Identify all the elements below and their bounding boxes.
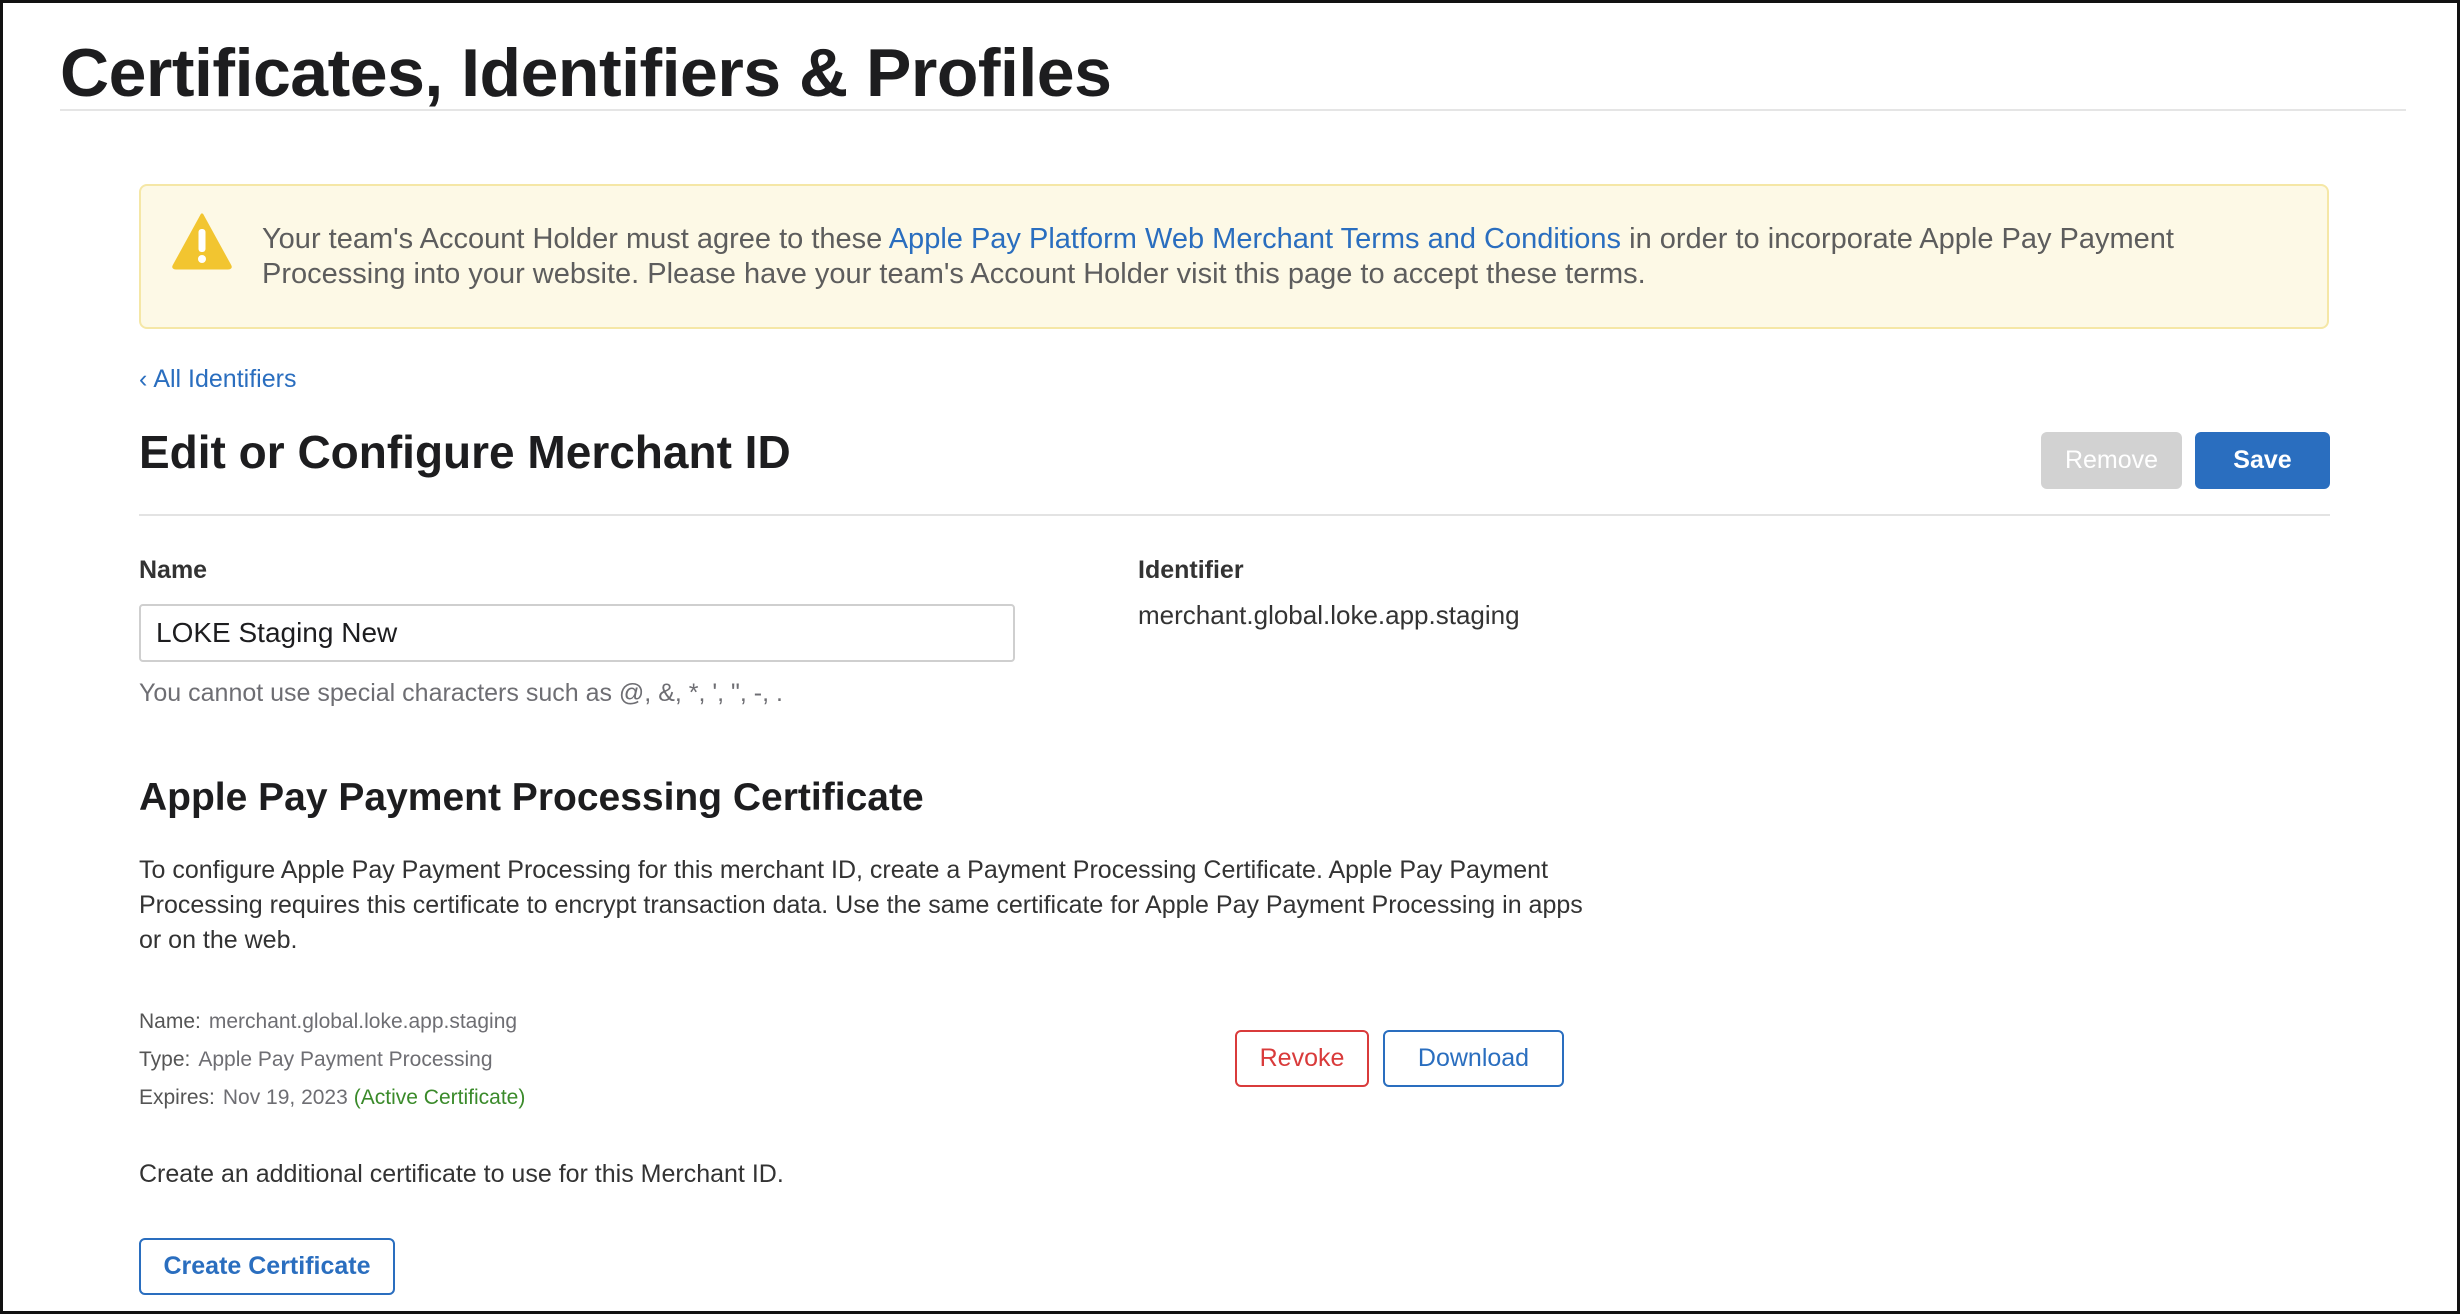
alert-text-before: Your team's Account Holder must agree to… [262,223,889,255]
download-button[interactable]: Download [1383,1030,1564,1087]
name-label: Name [139,556,208,584]
name-input[interactable] [139,604,1015,662]
remove-button[interactable]: Remove [2041,432,2182,489]
cert-type-value: Apple Pay Payment Processing [198,1048,493,1071]
terms-link[interactable]: Apple Pay Platform Web Merchant Terms an… [889,223,1621,255]
section-heading: Edit or Configure Merchant ID [139,426,791,478]
active-status-badge: (Active Certificate) [353,1086,526,1109]
section-divider [139,514,2330,516]
create-certificate-button[interactable]: Create Certificate [139,1238,395,1295]
cert-expires-key: Expires: [139,1086,215,1109]
title-divider [60,109,2406,111]
back-to-all-identifiers-link[interactable]: ‹ All Identifiers [139,363,296,395]
identifier-label: Identifier [1138,556,1244,584]
cert-type-row: Type: Apple Pay Payment Processing [139,1046,493,1074]
cert-name-value: merchant.global.loke.app.staging [208,1010,518,1033]
alert-message: Your team's Account Holder must agree to… [262,222,2242,292]
chevron-left-icon: ‹ [139,365,148,393]
save-button[interactable]: Save [2195,432,2330,489]
certificate-heading: Apple Pay Payment Processing Certificate [139,776,924,819]
name-hint: You cannot use special characters such a… [139,679,783,707]
back-link-label: All Identifiers [153,365,297,393]
page-title: Certificates, Identifiers & Profiles [60,35,1112,111]
cert-name-key: Name: [139,1010,201,1033]
cert-type-key: Type: [139,1048,191,1071]
identifier-value: merchant.global.loke.app.staging [1138,600,1520,630]
cert-expires-row: Expires: Nov 19, 2023 (Active Certificate) [139,1084,525,1112]
terms-alert-banner: Your team's Account Holder must agree to… [139,184,2329,329]
revoke-button[interactable]: Revoke [1235,1030,1369,1087]
certificate-description: To configure Apple Pay Payment Processin… [139,856,1583,954]
cert-name-row: Name: merchant.global.loke.app.staging [139,1008,517,1036]
additional-certificate-text: Create an additional certificate to use … [139,1160,784,1188]
cert-expires-value: Nov 19, 2023 [222,1086,348,1109]
warning-icon [172,213,232,270]
